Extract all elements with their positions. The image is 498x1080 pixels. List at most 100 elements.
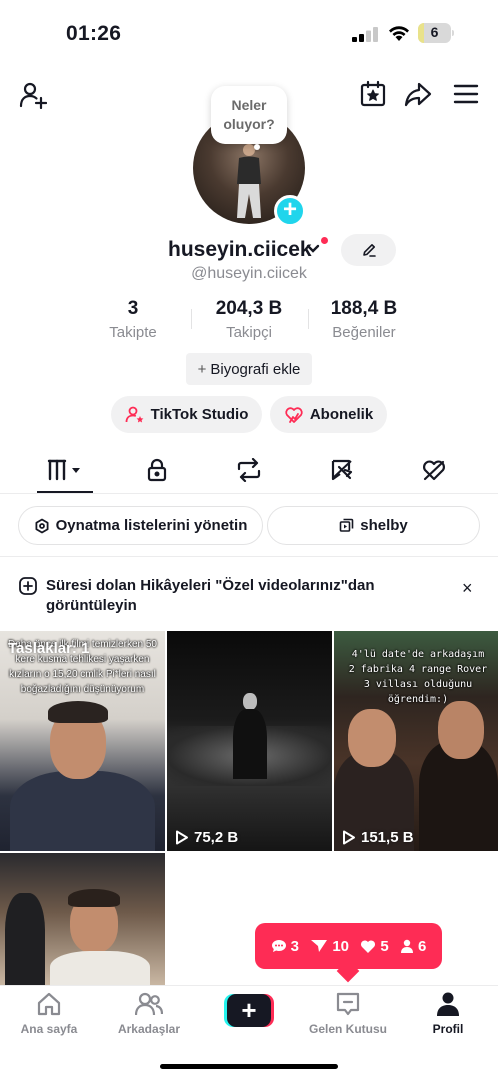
repost-icon bbox=[237, 458, 261, 482]
nav-profile-label: Profil bbox=[432, 1022, 464, 1036]
stat-likes[interactable]: 188,4 B Beğeniler bbox=[304, 298, 424, 341]
username[interactable]: huseyin.ciicek bbox=[168, 238, 312, 262]
view-count: 151,5 B bbox=[342, 829, 414, 846]
stat-label: Takipçi bbox=[226, 324, 272, 341]
nav-home-label: Ana sayfa bbox=[20, 1022, 78, 1036]
create-button[interactable]: + bbox=[224, 994, 274, 1027]
person-icon bbox=[400, 939, 413, 953]
tab-videos[interactable] bbox=[45, 456, 85, 484]
share-icon[interactable] bbox=[403, 79, 433, 109]
battery-level: 6 bbox=[430, 24, 439, 40]
tab-private[interactable] bbox=[137, 456, 177, 484]
subscription-label: Abonelik bbox=[309, 406, 374, 423]
edit-profile-button[interactable] bbox=[341, 234, 396, 266]
heart-icon bbox=[361, 939, 376, 953]
nav-friends[interactable]: Arkadaşlar bbox=[101, 990, 197, 1036]
stat-value: 188,4 B bbox=[330, 298, 398, 319]
profile-icon bbox=[437, 992, 459, 1016]
toast-people: 6 bbox=[400, 938, 426, 955]
gear-icon bbox=[35, 518, 49, 533]
wifi-icon bbox=[389, 26, 409, 41]
toast-comments: 3 bbox=[271, 938, 299, 955]
comment-icon bbox=[271, 940, 286, 952]
story-add-icon bbox=[19, 577, 37, 595]
add-bio-label: Biyografi ekle bbox=[210, 360, 301, 378]
tab-liked[interactable] bbox=[414, 456, 454, 484]
chevron-down-icon[interactable] bbox=[306, 244, 320, 254]
status-time: 01:26 bbox=[66, 22, 122, 45]
story-notice-text[interactable]: Süresi dolan Hikâyeleri "Özel videoların… bbox=[46, 576, 426, 616]
liked-icon bbox=[423, 460, 445, 481]
home-icon bbox=[37, 992, 61, 1016]
playlist-shelby-button[interactable]: shelby bbox=[267, 506, 480, 545]
status-bubble[interactable]: Neler oluyor? bbox=[211, 86, 287, 144]
lock-icon bbox=[147, 458, 167, 482]
manage-playlists-label: Oynatma listelerini yönetin bbox=[55, 517, 248, 534]
stat-following[interactable]: 3 Takipte bbox=[73, 298, 193, 341]
tiktok-studio-label: TikTok Studio bbox=[150, 406, 249, 423]
playlist-name: shelby bbox=[360, 517, 408, 534]
stat-value: 3 bbox=[127, 298, 139, 319]
tab-reposts[interactable] bbox=[229, 456, 269, 484]
send-icon bbox=[311, 940, 328, 952]
bubble-text-line2: oluyor? bbox=[223, 116, 275, 132]
stat-value: 204,3 B bbox=[215, 298, 283, 319]
plus-icon: + bbox=[197, 360, 207, 378]
play-icon bbox=[176, 830, 188, 845]
stat-label: Beğeniler bbox=[332, 324, 396, 341]
videos-grid-icon bbox=[47, 459, 80, 481]
toast-follows: 10 bbox=[310, 938, 349, 955]
view-count: 75,2 B bbox=[175, 829, 238, 846]
toast-likes-count: 5 bbox=[380, 937, 389, 955]
nav-divider bbox=[0, 985, 498, 986]
pencil-icon bbox=[362, 244, 376, 257]
studio-user-icon bbox=[125, 406, 144, 422]
menu-icon[interactable] bbox=[451, 79, 481, 109]
add-story-plus-icon[interactable]: + bbox=[274, 195, 306, 227]
nav-profile[interactable]: Profil bbox=[400, 990, 496, 1036]
stat-label: Takipte bbox=[109, 324, 157, 341]
calendar-star-icon[interactable] bbox=[358, 79, 388, 109]
tab-divider bbox=[0, 493, 498, 494]
bubble-tail bbox=[254, 144, 260, 150]
video-tile[interactable] bbox=[0, 853, 165, 985]
activity-toast[interactable]: 3 10 5 6 bbox=[255, 923, 442, 969]
toast-follows-count: 10 bbox=[332, 937, 349, 955]
nav-home[interactable]: Ana sayfa bbox=[1, 990, 97, 1036]
add-friend-icon[interactable] bbox=[18, 80, 48, 110]
tab-favorites[interactable] bbox=[322, 456, 362, 484]
view-count-value: 75,2 B bbox=[194, 829, 239, 846]
home-indicator bbox=[160, 1064, 338, 1069]
nav-inbox-label: Gelen Kutusu bbox=[308, 1022, 387, 1036]
subscription-heart-icon bbox=[285, 406, 303, 423]
stat-followers[interactable]: 204,3 B Takipçi bbox=[189, 298, 309, 341]
add-bio-button[interactable]: + Biyografi ekle bbox=[186, 353, 312, 385]
subscription-button[interactable]: Abonelik bbox=[270, 396, 387, 433]
nav-friends-label: Arkadaşlar bbox=[117, 1022, 181, 1036]
video-tile[interactable]: Daha önce ilk filmi temizlerken 50 kere … bbox=[0, 631, 165, 851]
view-count-value: 151,5 B bbox=[361, 829, 414, 846]
playlist-icon bbox=[339, 518, 354, 532]
drafts-label: Taslaklar: 1 bbox=[8, 640, 90, 657]
tiktok-studio-button[interactable]: TikTok Studio bbox=[111, 396, 262, 433]
battery-icon: 6 bbox=[418, 23, 454, 43]
close-icon[interactable]: × bbox=[462, 578, 473, 599]
toast-people-count: 6 bbox=[417, 937, 427, 955]
cellular-signal-icon bbox=[352, 27, 378, 42]
section-divider bbox=[0, 556, 498, 557]
nav-inbox[interactable]: Gelen Kutusu bbox=[300, 990, 396, 1036]
toast-comments-count: 3 bbox=[290, 937, 299, 955]
bubble-text-line1: Neler bbox=[231, 97, 267, 113]
video-tile[interactable]: 75,2 B bbox=[167, 631, 332, 851]
manage-playlists-button[interactable]: Oynatma listelerini yönetin bbox=[18, 506, 263, 545]
favorites-icon bbox=[331, 459, 353, 481]
video-caption: 4'lü date'de arkadaşım 2 fabrika 4 range… bbox=[348, 649, 488, 705]
play-icon bbox=[343, 830, 355, 845]
video-tile[interactable]: 4'lü date'de arkadaşım 2 fabrika 4 range… bbox=[334, 631, 498, 851]
notification-dot bbox=[321, 237, 328, 244]
inbox-icon bbox=[336, 992, 360, 1016]
user-handle: @huseyin.ciicek bbox=[191, 265, 307, 282]
toast-likes: 5 bbox=[360, 937, 389, 955]
friends-icon bbox=[135, 992, 163, 1016]
create-plus-label: + bbox=[241, 995, 257, 1025]
